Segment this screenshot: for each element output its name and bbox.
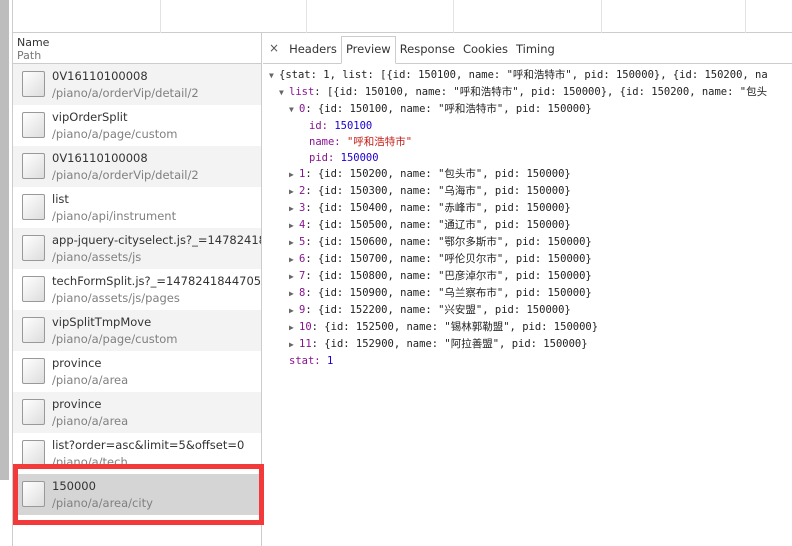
page-scrollbar[interactable]: [0, 0, 9, 480]
tree-root[interactable]: ▼ {stat: 1, list: [{id: 150100, name: "呼和…: [269, 67, 792, 84]
tree-item[interactable]: ▶ 4: {id: 150500, name: "通辽市", pid: 15000…: [269, 217, 792, 234]
tree-prop-stat: stat: 1: [289, 355, 334, 367]
close-icon[interactable]: ×: [267, 41, 285, 63]
collapsed-triangle-icon[interactable]: ▶: [289, 269, 299, 285]
request-path: /piano/a/orderVip/detail/2: [52, 168, 199, 182]
tree-item-0[interactable]: ▼ 0: {id: 150100, name: "呼和浩特市", pid: 150…: [269, 101, 792, 118]
request-path: /piano/api/instrument: [52, 209, 177, 223]
tab-headers[interactable]: Headers: [285, 42, 341, 63]
collapsed-triangle-icon[interactable]: ▶: [289, 235, 299, 251]
request-name: list: [52, 192, 69, 206]
request-path: /piano/a/area: [52, 373, 129, 387]
expanded-triangle-icon[interactable]: ▼: [279, 85, 289, 101]
request-path: /piano/a/orderVip/detail/2: [52, 86, 199, 100]
timeline-overview: [13, 0, 792, 33]
tree-list[interactable]: ▼ list: [{id: 150100, name: "呼和浩特市", pid:…: [269, 84, 792, 101]
request-path: /piano/assets/js/pages: [52, 291, 180, 305]
collapsed-triangle-icon[interactable]: ▶: [289, 320, 299, 336]
tree-item[interactable]: ▶ 5: {id: 150600, name: "鄂尔多斯市", pid: 150…: [269, 234, 792, 251]
file-icon: [22, 276, 45, 302]
request-path: /piano/a/page/custom: [52, 332, 178, 346]
tab-response[interactable]: Response: [396, 42, 459, 63]
file-icon: [22, 358, 45, 384]
tree-item[interactable]: ▶ 1: {id: 150200, name: "包头市", pid: 15000…: [269, 166, 792, 183]
file-icon: [22, 194, 45, 220]
tab-timing[interactable]: Timing: [512, 42, 559, 63]
file-icon: [22, 399, 45, 425]
file-icon: [22, 153, 45, 179]
request-name: vipOrderSplit: [52, 110, 128, 124]
request-name: techFormSplit.js?_=1478241844705: [52, 274, 261, 288]
request-name: vipSplitTmpMove: [52, 315, 152, 329]
expanded-triangle-icon[interactable]: ▼: [269, 68, 279, 84]
collapsed-triangle-icon[interactable]: ▶: [289, 184, 299, 200]
request-row[interactable]: province/piano/a/area: [13, 351, 261, 392]
file-icon: [22, 317, 45, 343]
request-row[interactable]: list/piano/api/instrument: [13, 187, 261, 228]
tree-item[interactable]: ▶ 8: {id: 150900, name: "乌兰察布市", pid: 150…: [269, 285, 792, 302]
request-path: /piano/a/page/custom: [52, 127, 178, 141]
request-name: province: [52, 356, 102, 370]
collapsed-triangle-icon[interactable]: ▶: [289, 303, 299, 319]
request-name: 0V16110100008: [52, 69, 148, 83]
highlight-box: [13, 464, 264, 525]
request-row[interactable]: app-jquery-cityselect.js?_=147824184... /…: [13, 228, 261, 269]
detail-panel: × Headers Preview Response Cookies Timin…: [263, 33, 792, 546]
tree-item[interactable]: ▶ 10: {id: 152500, name: "锡林郭勒盟", pid: 15…: [269, 319, 792, 336]
tree-item[interactable]: ▶ 2: {id: 150300, name: "乌海市", pid: 15000…: [269, 183, 792, 200]
detail-tabs: × Headers Preview Response Cookies Timin…: [263, 33, 792, 64]
tree-item[interactable]: ▶ 6: {id: 150700, name: "呼伦贝尔市", pid: 150…: [269, 251, 792, 268]
request-name: province: [52, 397, 102, 411]
path-header: Path: [17, 49, 42, 62]
request-name: app-jquery-cityselect.js?_=147824184...: [52, 233, 261, 247]
request-row[interactable]: vipSplitTmpMove/piano/a/page/custom: [13, 310, 261, 351]
file-icon: [22, 440, 45, 466]
column-header-name[interactable]: Name Path: [13, 33, 261, 64]
request-row[interactable]: 0V16110100008/piano/a/orderVip/detail/2: [13, 64, 261, 105]
request-row[interactable]: 0V16110100008/piano/a/orderVip/detail/2: [13, 146, 261, 187]
collapsed-triangle-icon[interactable]: ▶: [289, 201, 299, 217]
expanded-triangle-icon[interactable]: ▼: [289, 102, 299, 118]
name-header: Name: [17, 36, 50, 49]
tree-item[interactable]: ▶ 9: {id: 152200, name: "兴安盟", pid: 15000…: [269, 302, 792, 319]
tree-item[interactable]: ▶ 7: {id: 150800, name: "巴彦淖尔市", pid: 150…: [269, 268, 792, 285]
tree-item[interactable]: ▶ 11: {id: 152900, name: "阿拉善盟", pid: 150…: [269, 336, 792, 353]
file-icon: [22, 71, 45, 97]
collapsed-triangle-icon[interactable]: ▶: [289, 286, 299, 302]
request-path: /piano/assets/js: [52, 250, 142, 264]
tree-prop-pid: pid: 150000: [309, 152, 379, 164]
tree-prop-name: name: "呼和浩特市": [309, 136, 413, 148]
tab-preview[interactable]: Preview: [340, 36, 396, 64]
collapsed-triangle-icon[interactable]: ▶: [289, 337, 299, 353]
json-preview: ▼ {stat: 1, list: [{id: 150100, name: "呼和…: [263, 64, 792, 369]
collapsed-triangle-icon[interactable]: ▶: [289, 252, 299, 268]
request-name: list?order=asc&limit=5&offset=0: [52, 438, 245, 452]
tab-cookies[interactable]: Cookies: [459, 42, 512, 63]
tree-item[interactable]: ▶ 3: {id: 150400, name: "赤峰市", pid: 15000…: [269, 200, 792, 217]
request-row[interactable]: vipOrderSplit/piano/a/page/custom: [13, 105, 261, 146]
file-icon: [22, 112, 45, 138]
file-icon: [22, 235, 45, 261]
request-row[interactable]: techFormSplit.js?_=1478241844705/piano/a…: [13, 269, 261, 310]
collapsed-triangle-icon[interactable]: ▶: [289, 218, 299, 234]
request-row[interactable]: province/piano/a/area: [13, 392, 261, 433]
collapsed-triangle-icon[interactable]: ▶: [289, 167, 299, 183]
request-name: 0V16110100008: [52, 151, 148, 165]
request-path: /piano/a/area: [52, 414, 129, 428]
tree-prop-id: id: 150100: [309, 120, 373, 132]
